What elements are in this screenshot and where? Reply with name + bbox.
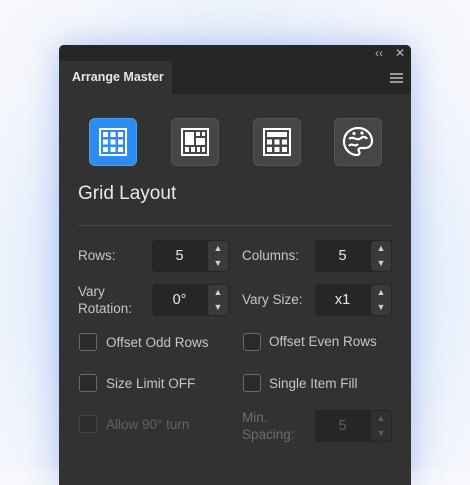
min-spacing-stepper-arrows: ▲ ▼	[371, 411, 391, 441]
vary-size-decrement-button[interactable]: ▼	[371, 300, 391, 315]
size-limit-off-label[interactable]: Size Limit OFF	[106, 375, 195, 393]
offset-even-rows-label[interactable]: Offset Even Rows	[269, 333, 377, 351]
section-divider	[78, 225, 392, 226]
min-spacing-label-line1: Min.	[242, 410, 268, 425]
single-item-fill-label[interactable]: Single Item Fill	[269, 375, 358, 393]
vary-size-increment-button[interactable]: ▲	[371, 285, 391, 300]
min-spacing-label-line2: Spacing:	[242, 427, 295, 442]
split-layout-button[interactable]	[253, 118, 301, 166]
mosaic-layout-icon	[181, 128, 209, 156]
vary-rotation-stepper[interactable]: 0° ▲ ▼	[152, 284, 229, 316]
section-title: Grid Layout	[78, 183, 177, 204]
columns-stepper[interactable]: 5 ▲ ▼	[315, 240, 392, 272]
columns-decrement-button[interactable]: ▼	[371, 256, 391, 271]
vary-size-value[interactable]: x1	[315, 284, 370, 316]
vary-rotation-stepper-arrows: ▲ ▼	[208, 285, 228, 315]
single-item-fill-checkbox[interactable]	[243, 374, 261, 392]
min-spacing-value: 5	[338, 418, 347, 434]
columns-increment-button[interactable]: ▲	[371, 241, 391, 256]
palette-button[interactable]	[334, 118, 382, 166]
rows-increment-button[interactable]: ▲	[208, 241, 228, 256]
offset-odd-rows-checkbox[interactable]	[79, 333, 97, 351]
rows-stepper[interactable]: 5 ▲ ▼	[152, 240, 229, 272]
vary-rotation-increment-button[interactable]: ▲	[208, 285, 228, 300]
hamburger-menu-icon[interactable]	[390, 73, 403, 83]
rows-stepper-arrows: ▲ ▼	[208, 241, 228, 271]
offset-even-rows-checkbox[interactable]	[243, 333, 261, 351]
min-spacing-stepper: 5 ▲ ▼	[315, 410, 392, 442]
collapse-icon[interactable]: ‹‹	[375, 46, 383, 60]
grid-layout-button[interactable]	[89, 118, 137, 166]
vary-rotation-decrement-button[interactable]: ▼	[208, 300, 228, 315]
vary-rotation-label-line2: Rotation:	[78, 301, 133, 316]
arrange-master-panel: ‹‹ ✕ Arrange Master Grid Layout Rows: 5 …	[59, 45, 411, 485]
rows-decrement-button[interactable]: ▼	[208, 256, 228, 271]
rows-value[interactable]: 5	[152, 240, 207, 272]
vary-rotation-value[interactable]: 0°	[152, 284, 207, 316]
palette-icon	[342, 126, 374, 157]
rows-label: Rows:	[78, 248, 116, 263]
vary-rotation-label-line1: Vary	[78, 284, 105, 299]
mosaic-layout-button[interactable]	[171, 118, 219, 166]
allow-90-turn-checkbox	[79, 415, 97, 433]
columns-label: Columns:	[242, 248, 300, 263]
grid-layout-icon	[99, 128, 127, 156]
allow-90-turn-label: Allow 90° turn	[106, 417, 190, 432]
vary-size-stepper-arrows: ▲ ▼	[371, 285, 391, 315]
panel-title-bar: ‹‹ ✕	[59, 45, 411, 61]
min-spacing-decrement-button: ▼	[376, 428, 386, 438]
size-limit-off-checkbox[interactable]	[79, 374, 97, 392]
close-icon[interactable]: ✕	[395, 46, 405, 60]
columns-stepper-arrows: ▲ ▼	[371, 241, 391, 271]
tab-arrange-master[interactable]: Arrange Master	[59, 61, 172, 94]
min-spacing-increment-button: ▲	[376, 413, 386, 423]
vary-size-label: Vary Size:	[242, 292, 303, 307]
panel-tab-bar: Arrange Master	[59, 61, 411, 94]
offset-odd-rows-label[interactable]: Offset Odd Rows	[106, 334, 209, 352]
vary-size-stepper[interactable]: x1 ▲ ▼	[315, 284, 392, 316]
split-layout-icon	[263, 128, 291, 156]
columns-value[interactable]: 5	[315, 240, 370, 272]
